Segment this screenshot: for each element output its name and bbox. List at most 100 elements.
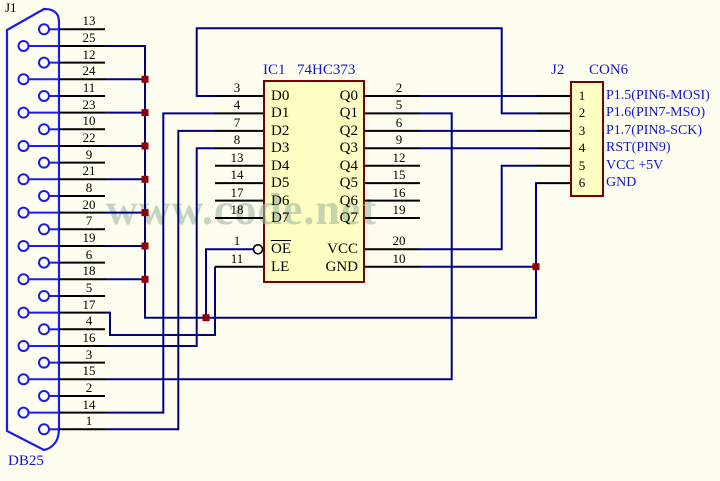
j2-pin-label: P1.5(PIN6-MOSI) <box>606 88 710 103</box>
ic-pin-number: 11 <box>222 252 252 266</box>
j2-pin-label: GND <box>606 175 636 190</box>
db25-pin-number: 16 <box>74 331 104 345</box>
db25-pin-circle <box>39 224 49 234</box>
db25-pin-circle <box>39 124 49 134</box>
junction-dot <box>533 263 540 270</box>
db25-pin-circle <box>19 108 29 118</box>
db25-pin-circle <box>19 74 29 84</box>
j2-pin-label: VCC +5V <box>606 158 663 173</box>
junction-dot <box>142 276 149 283</box>
db25-pin-circle <box>39 291 49 301</box>
db25-pin-number: 4 <box>74 314 104 328</box>
ic-pin-name: Q7 <box>316 210 358 226</box>
ic-pin-number: 12 <box>384 151 414 165</box>
db25-pin-circle <box>39 24 49 34</box>
j2-pin-number: 6 <box>571 176 593 190</box>
ic-pin-number: 4 <box>222 98 252 112</box>
ic-pin-name: D0 <box>271 88 289 104</box>
j2-pin-label: RST(PIN9) <box>606 140 671 155</box>
db25-pin-number: 7 <box>74 214 104 228</box>
ic-pin-number: 19 <box>384 203 414 217</box>
ic-pin-number: 1 <box>222 234 252 248</box>
ic-pin-number: 7 <box>222 116 252 130</box>
ic-designator: IC1 <box>263 62 286 78</box>
db25-pin-number: 14 <box>74 398 104 412</box>
ic-pin-name: D7 <box>271 210 289 226</box>
ic-pin-number: 18 <box>222 203 252 217</box>
ic-pin-number: 13 <box>222 151 252 165</box>
net-pin14-d1 <box>105 113 215 412</box>
db25-pin-circle <box>19 241 29 251</box>
db25-pin-number: 20 <box>74 198 104 212</box>
ic-pin-name: Q3 <box>316 140 358 156</box>
ic-pin-name: LE <box>271 259 289 275</box>
db25-pin-number: 10 <box>74 114 104 128</box>
db25-pin-circle <box>39 324 49 334</box>
ic-pin-number: 3 <box>222 81 252 95</box>
db25-pin-number: 21 <box>74 164 104 178</box>
ic-pin-name: OE <box>271 241 291 257</box>
ic-pin-number: 14 <box>222 168 252 182</box>
junction-dot <box>142 242 149 249</box>
ic-pin-number: 15 <box>384 168 414 182</box>
db25-pin-number: 24 <box>74 64 104 78</box>
db25-pin-number: 18 <box>74 264 104 278</box>
db25-pin-number: 17 <box>74 298 104 312</box>
db25-pin-number: 23 <box>74 98 104 112</box>
ic-pin-name: Q0 <box>316 88 358 104</box>
db25-pin-number: 9 <box>74 148 104 162</box>
db25-pin-circle <box>19 408 29 418</box>
ic-pin-number: 8 <box>222 133 252 147</box>
j2-pin-number: 1 <box>571 89 593 103</box>
db25-pin-circle <box>19 341 29 351</box>
db25-pin-number: 3 <box>74 348 104 362</box>
ic-pin-number: 20 <box>384 234 414 248</box>
j2-type-label: CON6 <box>589 62 628 78</box>
ic-pin-name: Q1 <box>316 105 358 121</box>
db25-pin-circle <box>19 208 29 218</box>
db25-pin-circle <box>39 358 49 368</box>
db25-pin-number: 12 <box>74 48 104 62</box>
db25-pin-number: 19 <box>74 231 104 245</box>
ic-pin-name: Q4 <box>316 158 358 174</box>
ic-pin-number: 16 <box>384 186 414 200</box>
db25-pin-circle <box>19 141 29 151</box>
ic-pin-name: D4 <box>271 158 289 174</box>
ic-part-number: 74HC373 <box>297 62 355 78</box>
db25-pin-circle <box>19 41 29 51</box>
j2-pin-number: 3 <box>571 124 593 138</box>
j2-pin-number: 4 <box>571 141 593 155</box>
db25-pin-number: 5 <box>74 281 104 295</box>
junction-dot <box>142 76 149 83</box>
j1-designator: J1 <box>5 0 17 16</box>
db25-pin-circle <box>39 191 49 201</box>
db25-pin-circle <box>19 374 29 384</box>
ic-pin-number: 9 <box>384 133 414 147</box>
ic-pin-name: D1 <box>271 105 289 121</box>
ic-pin-name: Q6 <box>316 193 358 209</box>
junction-dot <box>142 209 149 216</box>
ic-pin-number: 2 <box>384 81 414 95</box>
db25-pin-number: 6 <box>74 248 104 262</box>
db25-pin-circle <box>19 308 29 318</box>
net-pin17-le <box>105 267 215 335</box>
j2-pin-number: 2 <box>571 106 593 120</box>
net-vcc <box>420 166 537 250</box>
junction-dot <box>203 314 210 321</box>
ic-pin-name: D6 <box>271 193 289 209</box>
db25-pin-circle <box>39 158 49 168</box>
db25-pin-circle <box>39 391 49 401</box>
j2-designator: J2 <box>551 62 564 78</box>
ic-pin-name: VCC <box>316 241 358 257</box>
ic-pin-name: Q5 <box>316 175 358 191</box>
j2-pin-label: P1.6(PIN7-MSO) <box>606 105 705 120</box>
db25-pin-number: 22 <box>74 131 104 145</box>
ic-pin-name: Q2 <box>316 123 358 139</box>
db25-pin-number: 8 <box>74 181 104 195</box>
ic-pin-name: D3 <box>271 140 289 156</box>
db25-pin-circle <box>39 91 49 101</box>
db25-pin-circle <box>39 424 49 434</box>
schematic-canvas: www.code.net J1 DB25 IC1 74HC373 J2 CON6… <box>0 0 720 481</box>
ic-pin-name: GND <box>316 259 358 275</box>
junction-dot <box>142 142 149 149</box>
